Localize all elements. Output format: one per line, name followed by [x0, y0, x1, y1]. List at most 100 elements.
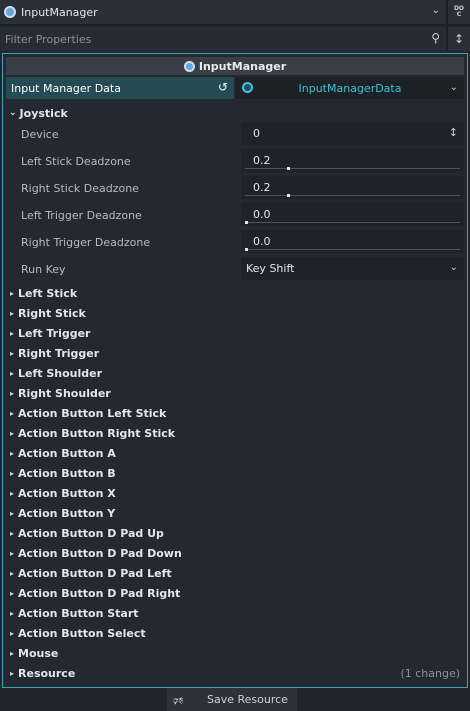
left-stick-deadzone-slider[interactable]: 0.2 — [241, 149, 464, 172]
section-left-shoulder[interactable]: ▸ Left Shoulder — [6, 363, 464, 383]
slider-track — [245, 222, 460, 223]
section-resource[interactable]: ▸ Resource (1 change) — [6, 663, 464, 683]
slider-track — [245, 168, 460, 169]
property-value: 0 — [253, 127, 260, 140]
chevron-right-icon: ▸ — [10, 388, 15, 398]
right-stick-deadzone-slider[interactable]: 0.2 — [241, 176, 464, 199]
property-label: Left Trigger Deadzone — [21, 208, 142, 222]
property-value: 0.2 — [253, 181, 271, 194]
object-name: InputManager — [21, 5, 98, 19]
section-title: Right Shoulder — [18, 386, 111, 400]
property-value: 0.0 — [253, 208, 271, 221]
section-action-button-x[interactable]: ▸ Action Button X — [6, 483, 464, 503]
property-row-device: Device 0 ↕ — [6, 122, 464, 146]
section-title: Joystick — [19, 106, 68, 120]
section-action-button-a[interactable]: ▸ Action Button A — [6, 443, 464, 463]
section-right-shoulder[interactable]: ▸ Right Shoulder — [6, 383, 464, 403]
property-label: Right Trigger Deadzone — [21, 235, 151, 249]
run-key-select[interactable]: Key Shift ⌄ — [241, 257, 464, 280]
property-row-run-key: Run Key Key Shift ⌄ — [6, 257, 464, 281]
resource-picker[interactable]: InputManagerData ⌄ — [236, 77, 464, 99]
section-left-stick[interactable]: ▸ Left Stick — [6, 283, 464, 303]
property-value: 0.2 — [253, 154, 271, 167]
section-title: Resource — [18, 666, 76, 680]
chevron-down-icon: ⌄ — [431, 5, 440, 16]
section-title: Left Trigger — [18, 326, 91, 340]
slider-grabber[interactable] — [287, 194, 290, 197]
save-resource-button[interactable]: 🕫︎ Save Resource — [167, 688, 297, 711]
section-right-stick[interactable]: ▸ Right Stick — [6, 303, 464, 323]
object-selector[interactable]: InputManager ⌄ — [0, 0, 446, 24]
tool-icon: ↕ — [453, 32, 465, 46]
slider-grabber[interactable] — [287, 167, 290, 170]
property-row-left-stick-deadzone: Left Stick Deadzone 0.2 — [6, 149, 464, 173]
right-trigger-deadzone-slider[interactable]: 0.0 — [241, 230, 464, 253]
object-icon — [4, 6, 16, 18]
section-title: Action Button Select — [18, 626, 146, 640]
section-title: Action Button Right Stick — [18, 426, 176, 440]
chevron-right-icon: ▸ — [10, 468, 15, 478]
chevron-right-icon: ▸ — [10, 628, 15, 638]
chevron-right-icon: ▸ — [10, 648, 15, 658]
section-action-button-d-pad-up[interactable]: ▸ Action Button D Pad Up — [6, 523, 464, 543]
slider-grabber[interactable] — [245, 248, 248, 251]
chevron-right-icon: ▸ — [10, 328, 15, 338]
section-action-button-d-pad-left[interactable]: ▸ Action Button D Pad Left — [6, 563, 464, 583]
chevron-down-icon: ⌄ — [9, 108, 17, 118]
chevron-right-icon: ▸ — [10, 428, 15, 438]
section-action-button-start[interactable]: ▸ Action Button Start — [6, 603, 464, 623]
section-title: Right Trigger — [18, 346, 100, 360]
chevron-right-icon: ▸ — [10, 348, 15, 358]
section-action-button-d-pad-down[interactable]: ▸ Action Button D Pad Down — [6, 543, 464, 563]
resource-property-row: Input Manager Data ↺ InputManagerData ⌄ — [6, 77, 464, 99]
header-title: InputManager — [198, 59, 287, 73]
bottom-bar: 🕫︎ Save Resource — [0, 688, 470, 711]
chevron-down-icon[interactable]: ⌄ — [450, 82, 458, 93]
section-title: Action Button D Pad Left — [18, 566, 172, 580]
property-label: Run Key — [21, 262, 66, 276]
device-spinbox[interactable]: 0 ↕ — [241, 122, 464, 145]
section-title: Action Button B — [18, 466, 116, 480]
resource-property-label: Input Manager Data ↺ — [6, 77, 234, 99]
section-action-button-right-stick[interactable]: ▸ Action Button Right Stick — [6, 423, 464, 443]
resource-label-text: Input Manager Data — [11, 81, 121, 95]
chevron-right-icon: ▸ — [10, 528, 15, 538]
left-trigger-deadzone-slider[interactable]: 0.0 — [241, 203, 464, 226]
object-toolbar: InputManager ⌄ DO C — [0, 0, 470, 26]
section-action-button-select[interactable]: ▸ Action Button Select — [6, 623, 464, 643]
chevron-right-icon: ▸ — [10, 488, 15, 498]
filter-options-button[interactable]: ↕ — [448, 27, 470, 51]
chevron-right-icon: ▸ — [10, 568, 15, 578]
section-action-button-y[interactable]: ▸ Action Button Y — [6, 503, 464, 523]
section-title: Mouse — [18, 646, 59, 660]
slider-grabber[interactable] — [245, 221, 248, 224]
stepper-icon[interactable]: ↕ — [449, 126, 458, 139]
section-title: Action Button D Pad Down — [18, 546, 182, 560]
property-row-left-trigger-deadzone: Left Trigger Deadzone 0.0 — [6, 203, 464, 227]
section-action-button-d-pad-right[interactable]: ▸ Action Button D Pad Right — [6, 583, 464, 603]
chevron-right-icon: ▸ — [10, 448, 15, 458]
section-title: Right Stick — [18, 306, 86, 320]
object-icon — [183, 60, 195, 72]
chevron-down-icon: ⌄ — [449, 262, 458, 273]
revert-icon[interactable]: ↺ — [218, 80, 228, 94]
section-right-trigger[interactable]: ▸ Right Trigger — [6, 343, 464, 363]
section-left-trigger[interactable]: ▸ Left Trigger — [6, 323, 464, 343]
section-title: Action Button D Pad Up — [18, 526, 164, 540]
section-title: Left Stick — [18, 286, 78, 300]
chevron-right-icon: ▸ — [10, 548, 15, 558]
filter-properties-input[interactable]: Filter Properties — [0, 27, 446, 51]
property-label: Right Stick Deadzone — [21, 181, 139, 195]
save-resource-label: Save Resource — [207, 693, 288, 706]
section-action-button-left-stick[interactable]: ▸ Action Button Left Stick — [6, 403, 464, 423]
property-row-right-stick-deadzone: Right Stick Deadzone 0.2 — [6, 176, 464, 200]
section-joystick[interactable]: ⌄ Joystick — [6, 103, 464, 123]
chevron-right-icon: ▸ — [10, 608, 15, 618]
doc-label-bottom: C — [456, 11, 462, 18]
chevron-right-icon: ▸ — [10, 308, 15, 318]
doc-button[interactable]: DO C — [448, 0, 470, 24]
chevron-right-icon: ▸ — [10, 668, 15, 678]
slider-track — [245, 249, 460, 250]
section-action-button-b[interactable]: ▸ Action Button B — [6, 463, 464, 483]
section-mouse[interactable]: ▸ Mouse — [6, 643, 464, 663]
